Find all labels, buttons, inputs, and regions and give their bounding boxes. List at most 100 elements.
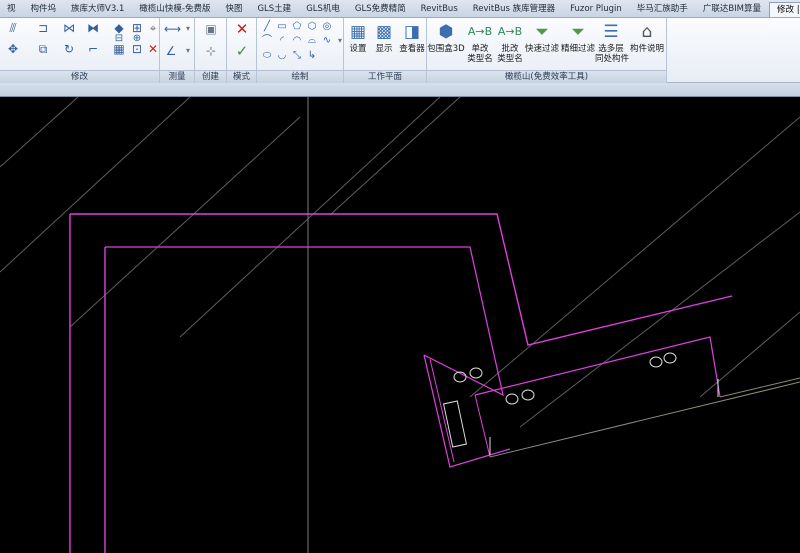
tab-quick-drawing[interactable]: 快图 (218, 2, 250, 17)
draw-tangent-arc-icon[interactable]: ⌓ (305, 34, 319, 48)
workplane-show-button[interactable]: ▩ 显示 (371, 20, 397, 68)
tab-revitbus-family-manager[interactable]: RevitBus 族库管理器 (466, 2, 563, 17)
panel-title-measure: 测量 (160, 70, 194, 83)
stacked-list-icon: ☰ (603, 22, 619, 42)
dimension-icon[interactable]: ∠ (164, 44, 178, 58)
panel-title-workplane: 工作平面 (344, 70, 426, 83)
pick-lines-icon[interactable]: ⤡ (290, 49, 304, 63)
dimension-line (719, 377, 800, 398)
measure-dropdown-icon[interactable]: ▾ (181, 22, 195, 36)
dimension-line (489, 381, 800, 458)
fixture-toilet (469, 367, 483, 379)
single-rename-type-button[interactable]: A→B 单改 类型名 (465, 20, 495, 68)
align-icon[interactable]: ⫻ (6, 21, 20, 35)
fine-filter-button[interactable]: ⏷ 精细过滤 (560, 20, 596, 68)
tab-glodon-bim[interactable]: 广联达BIM算量 (696, 2, 769, 17)
panel-measure: ⟷ ∠ ▾ ▾ 测量 (160, 18, 195, 83)
tab-view[interactable]: 视 (0, 2, 24, 17)
fixture-toilet (649, 356, 663, 368)
panel-modify: ⫻ ⊐ ⋈ ⧓ ◆ ⊞ ⌖ ✥ ⧉ ↻ ⌐ ▦ ⊡ ✕ ⊟ ⊕ 修改 (0, 18, 160, 83)
trim-extend-icon[interactable]: ⌐ (86, 42, 100, 56)
panel-title-modify: 修改 (0, 70, 159, 83)
funnel-list-icon: ⏷ (571, 22, 585, 42)
quick-filter-button[interactable]: ⏷ 快速过滤 (524, 20, 560, 68)
fillet-arc-icon[interactable]: ↳ (305, 49, 319, 63)
ribbon-tab-bar: 视 构件坞 族库大师V3.1 橄榄山快模-免费版 快图 GLS土建 GLS机电 … (0, 0, 800, 18)
mirror-draw-icon[interactable]: ⧓ (86, 21, 100, 35)
lamp-icon: ⌂ (641, 22, 653, 42)
draw-start-end-arc-icon[interactable]: ◜ (275, 34, 289, 48)
fixture-bench (442, 400, 468, 448)
rotate-icon[interactable]: ↻ (62, 42, 76, 56)
panel-title-gls-tools: 橄榄山(免费效率工具) (427, 70, 666, 83)
copy-icon[interactable]: ⧉ (36, 42, 50, 56)
show-plane-icon: ▩ (375, 22, 393, 42)
hatch-lines (0, 97, 800, 553)
rename-single-icon: A→B (467, 25, 493, 38)
draw-inscribed-polygon-icon[interactable]: ⬡ (305, 20, 319, 34)
draw-center-arc-icon[interactable]: ◠ (290, 34, 304, 48)
draw-spline-icon[interactable]: ∿ (320, 34, 334, 48)
tab-family-master[interactable]: 族库大师V3.1 (64, 2, 132, 17)
select-multilevel-button[interactable]: ☰ 选多层 同处构件 (595, 20, 629, 68)
measure-distance-icon[interactable]: ⟷ (164, 22, 181, 36)
fixture-toilet (521, 389, 535, 401)
wall-room-left (423, 354, 511, 468)
draw-rectangle-icon[interactable]: ▭ (275, 20, 289, 34)
tab-family-helper[interactable]: 毕马汇族助手 (630, 2, 696, 17)
panel-title-draw: 绘制 (257, 70, 343, 83)
hatch-line (699, 311, 800, 398)
tab-gls-mep[interactable]: GLS机电 (299, 2, 348, 17)
fixture-toilet (663, 352, 677, 364)
trim-single-icon[interactable]: ⊟ (112, 32, 126, 46)
tab-gls-civil[interactable]: GLS土建 (250, 2, 299, 17)
mirror-axis-icon[interactable]: ⋈ (62, 21, 76, 35)
create-component-icon[interactable]: ▣ (204, 22, 218, 36)
panel-gls-tools: ⬢ 包围盒3D A→B 单改 类型名 A→B 批改 类型名 ⏷ 快速过滤 ⏷ 精… (427, 18, 667, 83)
unpin-icon[interactable]: ⌖ (146, 21, 160, 35)
box-3d-button[interactable]: ⬢ 包围盒3D (427, 20, 465, 68)
tab-revitbus[interactable]: RevitBus (414, 2, 466, 17)
panel-title-mode: 模式 (227, 70, 256, 83)
finish-edit-mode-icon[interactable]: ✓ (235, 44, 249, 59)
panel-workplane: ▦ 设置 ▩ 显示 ◨ 查看器 工作平面 (344, 18, 427, 83)
draw-partial-ellipse-icon[interactable]: ◡ (275, 49, 289, 63)
cancel-edit-mode-icon[interactable]: ✕ (235, 22, 249, 37)
tab-modify-create-extrusion[interactable]: 修改 | 创建拉伸 (769, 2, 800, 17)
panel-title-create: 创建 (195, 70, 226, 83)
rename-batch-icon: A→B (497, 25, 523, 38)
workplane-viewer-button[interactable]: ◨ 查看器 (397, 20, 427, 68)
create-group-icon[interactable]: ⊹ (204, 44, 218, 58)
hatch-line (329, 97, 461, 216)
draw-polygon-icon[interactable]: ⬠ (290, 20, 304, 34)
draw-ellipse-icon[interactable]: ⬭ (260, 49, 274, 63)
tab-gls-free[interactable]: GLS免费精简 (348, 2, 414, 17)
workplane-set-button[interactable]: ▦ 设置 (344, 20, 372, 68)
tab-olive-quick-model[interactable]: 橄榄山快模-免费版 (132, 2, 218, 17)
move-icon[interactable]: ✥ (6, 42, 20, 56)
draw-arc-icon[interactable]: ⌒ (260, 34, 274, 48)
batch-rename-type-button[interactable]: A→B 批改 类型名 (495, 20, 525, 68)
panel-create: ▣ ⊹ 创建 (195, 18, 227, 83)
wall-inner-top (105, 246, 504, 397)
drawing-canvas[interactable] (0, 97, 800, 553)
draw-circle-icon[interactable]: ◎ (320, 20, 334, 34)
options-bar (0, 83, 800, 97)
tab-fuzor-plugin[interactable]: Fuzor Plugin (563, 2, 630, 17)
offset-icon[interactable]: ⊐ (36, 21, 50, 35)
hatch-line (0, 97, 191, 273)
wall-outer-top (70, 213, 733, 346)
ribbon: ⫻ ⊐ ⋈ ⧓ ◆ ⊞ ⌖ ✥ ⧉ ↻ ⌐ ▦ ⊡ ✕ ⊟ ⊕ 修改 ⟷ ∠ ▾… (0, 18, 800, 83)
pin-icon[interactable]: ⊕ (130, 32, 144, 46)
panel-draw: ╱ ▭ ⬠ ⬡ ◎ ⌒ ◜ ◠ ⌓ ∿ ⬭ ◡ ⤡ ↳ ▾ 绘制 (257, 18, 344, 83)
hatch-line (179, 97, 441, 338)
hatch-line (0, 97, 79, 168)
delete-icon[interactable]: ✕ (146, 42, 160, 56)
dimension-dropdown-icon[interactable]: ▾ (181, 44, 195, 58)
tab-goujianwu[interactable]: 构件坞 (24, 2, 65, 17)
fixture-toilet (505, 393, 519, 405)
drawing-svg (0, 97, 800, 553)
draw-line-icon[interactable]: ╱ (260, 20, 274, 34)
grid-plane-icon: ▦ (349, 22, 367, 42)
component-description-button[interactable]: ⌂ 构件说明 (628, 20, 666, 68)
